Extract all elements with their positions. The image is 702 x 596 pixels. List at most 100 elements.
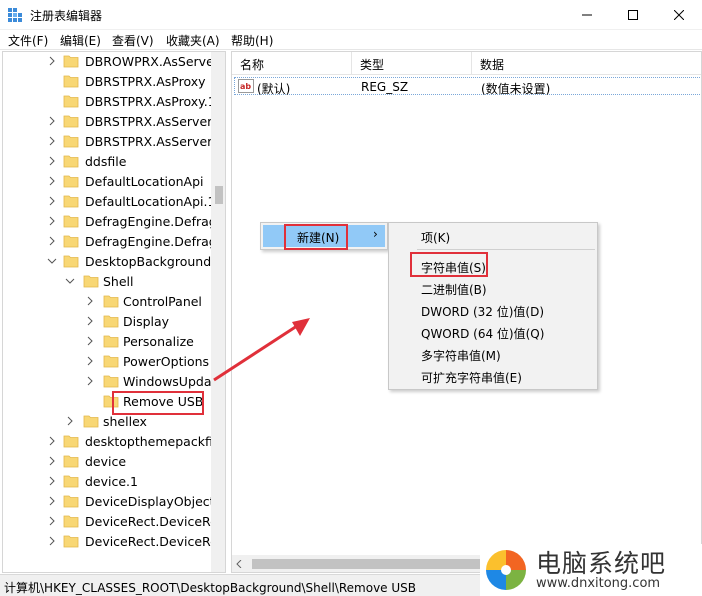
- chevron-right-icon[interactable]: [85, 336, 95, 346]
- column-header-name[interactable]: 名称: [232, 52, 352, 74]
- tree-item[interactable]: DBROWPRX.AsServer: [3, 52, 219, 72]
- submenu-item-dword-value[interactable]: DWORD (32 位)值(D): [421, 303, 544, 320]
- tree-item-label: PowerOptions: [123, 354, 210, 369]
- close-icon: [674, 10, 684, 20]
- tree-item[interactable]: WindowsUpdat: [3, 372, 216, 392]
- tree-item[interactable]: DefragEngine.DefragE: [3, 212, 225, 232]
- string-value-icon: ab: [238, 79, 254, 93]
- chevron-right-icon[interactable]: [47, 536, 57, 546]
- tree-item[interactable]: DefaultLocationApi.1: [3, 192, 215, 212]
- tree-item-label: DBROWPRX.AsServer: [85, 54, 219, 69]
- chevron-right-icon[interactable]: [85, 296, 95, 306]
- chevron-right-icon[interactable]: [47, 216, 57, 226]
- tree-item[interactable]: Display: [3, 312, 211, 332]
- folder-icon: [63, 75, 79, 88]
- chevron-right-icon[interactable]: [47, 176, 57, 186]
- chevron-right-icon[interactable]: [85, 316, 95, 326]
- tree-item[interactable]: Personalize: [3, 332, 211, 352]
- chevron-down-icon[interactable]: [47, 256, 57, 266]
- tree-item[interactable]: DBRSTPRX.AsProxy: [3, 72, 211, 92]
- chevron-right-icon[interactable]: [47, 136, 57, 146]
- registry-editor-icon: [8, 8, 22, 22]
- chevron-down-icon[interactable]: [65, 276, 75, 286]
- chevron-right-icon[interactable]: [47, 516, 57, 526]
- chevron-right-icon[interactable]: [47, 496, 57, 506]
- tree-item[interactable]: DBRSTPRX.AsServer.1: [3, 132, 223, 152]
- menu-view[interactable]: 查看(V): [112, 32, 154, 49]
- tree-item[interactable]: PowerOptions: [3, 352, 211, 372]
- submenu-item-binary-value[interactable]: 二进制值(B): [421, 281, 487, 298]
- tree-item[interactable]: DeviceRect.DeviceRec: [3, 532, 225, 552]
- maximize-icon: [628, 10, 638, 20]
- scroll-left-icon[interactable]: [236, 560, 242, 568]
- folder-icon: [63, 475, 79, 488]
- tree-item-label: shellex: [103, 414, 147, 429]
- chevron-right-icon[interactable]: [65, 416, 75, 426]
- annotation-box-new: [284, 224, 348, 250]
- watermark-url: www.dnxitong.com: [536, 576, 661, 591]
- tree-item-label: DBRSTPRX.AsServer.1: [85, 134, 224, 149]
- chevron-right-icon[interactable]: [85, 376, 95, 386]
- registry-tree[interactable]: DeviceRect.DeviceRec DeviceRect.DeviceRec…: [2, 51, 226, 573]
- tree-item-label: desktopthemepackfile: [85, 434, 224, 449]
- menu-help[interactable]: 帮助(H): [231, 32, 273, 49]
- menu-favorites[interactable]: 收藏夹(A): [166, 32, 220, 49]
- chevron-right-icon[interactable]: [47, 476, 57, 486]
- chevron-right-icon[interactable]: [85, 356, 95, 366]
- chevron-right-icon[interactable]: [47, 236, 57, 246]
- folder-icon: [103, 335, 119, 348]
- column-header-data[interactable]: 数据: [472, 52, 701, 74]
- maximize-button[interactable]: [610, 0, 656, 30]
- menu-file[interactable]: 文件(F): [8, 32, 48, 49]
- tree-item[interactable]: device: [3, 452, 211, 472]
- submenu-item-multi-string-value[interactable]: 多字符串值(M): [421, 347, 501, 364]
- value-row-default[interactable]: ab (默认) REG_SZ (数值未设置): [234, 77, 701, 96]
- close-button[interactable]: [656, 0, 702, 30]
- folder-icon: [103, 355, 119, 368]
- minimize-button[interactable]: [564, 0, 610, 30]
- tree-item[interactable]: DefaultLocationApi: [3, 172, 211, 192]
- tree-item[interactable]: ddsfile: [3, 152, 211, 172]
- tree-item[interactable]: DefragEngine.DefragE: [3, 232, 225, 252]
- tree-item[interactable]: device.1: [3, 472, 211, 492]
- submenu-item-qword-value[interactable]: QWORD (64 位)值(Q): [421, 325, 544, 342]
- values-scroll-thumb[interactable]: [252, 559, 502, 569]
- tree-item-label: device: [85, 454, 127, 469]
- chevron-right-icon[interactable]: [47, 436, 57, 446]
- tree-item-label: ControlPanel: [123, 294, 202, 309]
- chevron-right-icon[interactable]: [47, 456, 57, 466]
- header-divider: [232, 74, 701, 75]
- submenu-separator: [417, 249, 595, 250]
- chevron-right-icon[interactable]: [47, 116, 57, 126]
- folder-icon: [63, 175, 79, 188]
- chevron-right-icon[interactable]: [47, 196, 57, 206]
- chevron-right-icon[interactable]: [47, 56, 57, 66]
- menu-edit[interactable]: 编辑(E): [60, 32, 101, 49]
- chevron-right-icon[interactable]: [47, 156, 57, 166]
- folder-icon: [103, 315, 119, 328]
- tree-item-label: Shell: [103, 274, 134, 289]
- folder-icon: [83, 415, 99, 428]
- column-header-type[interactable]: 类型: [352, 52, 472, 74]
- submenu-item-key[interactable]: 项(K): [421, 229, 450, 246]
- tree-item[interactable]: DeviceDisplayObject: [3, 492, 215, 512]
- tree-item[interactable]: shellex: [3, 412, 211, 432]
- folder-icon: [83, 275, 99, 288]
- tree-scroll-thumb[interactable]: [215, 186, 223, 204]
- tree-item[interactable]: DBRSTPRX.AsProxy.1: [3, 92, 216, 112]
- tree-item-label: DeviceRect.DeviceRec: [85, 514, 225, 529]
- annotation-box-string-value: [410, 252, 488, 277]
- tree-item[interactable]: desktopthemepackfile: [3, 432, 224, 452]
- tree-item[interactable]: DBRSTPRX.AsServer: [3, 112, 212, 132]
- tree-item-label: DefragEngine.DefragE: [85, 214, 225, 229]
- title-bar: 注册表编辑器: [0, 0, 702, 30]
- submenu-item-expandable-string-value[interactable]: 可扩充字符串值(E): [421, 369, 522, 386]
- folder-icon: [63, 495, 79, 508]
- folder-icon: [63, 115, 79, 128]
- tree-item-label: DefaultLocationApi.1: [85, 194, 216, 209]
- folder-icon: [63, 95, 79, 108]
- tree-item[interactable]: DesktopBackground: [3, 252, 211, 272]
- tree-item[interactable]: Shell: [3, 272, 211, 292]
- tree-item[interactable]: DeviceRect.DeviceRec: [3, 512, 225, 532]
- tree-item[interactable]: ControlPanel: [3, 292, 211, 312]
